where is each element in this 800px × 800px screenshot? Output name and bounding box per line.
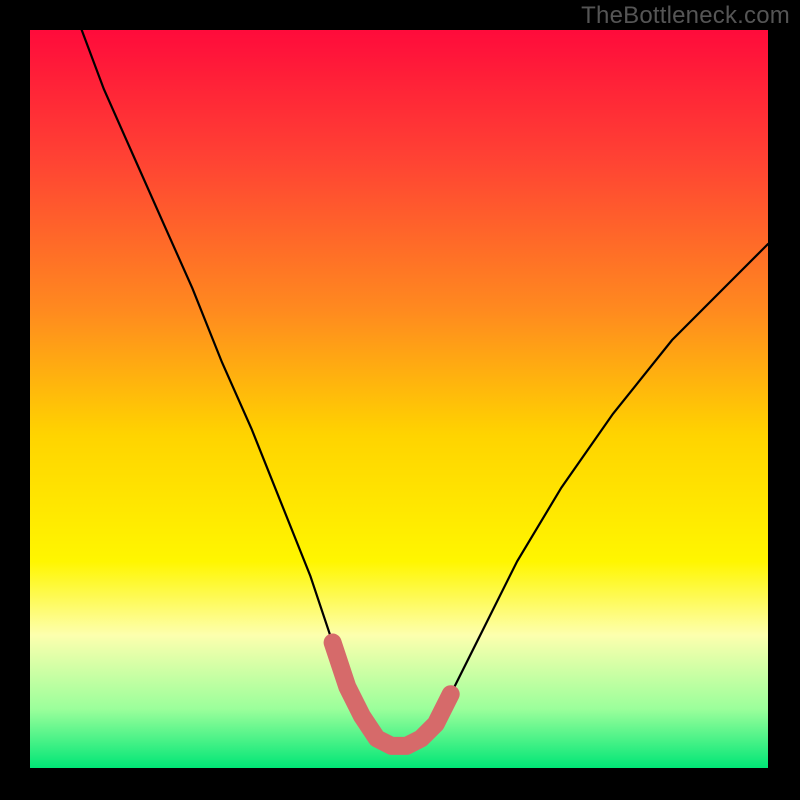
gradient-background <box>30 30 768 768</box>
bottleneck-chart <box>0 0 800 800</box>
watermark-text: TheBottleneck.com <box>581 2 790 30</box>
chart-frame: TheBottleneck.com <box>0 0 800 800</box>
